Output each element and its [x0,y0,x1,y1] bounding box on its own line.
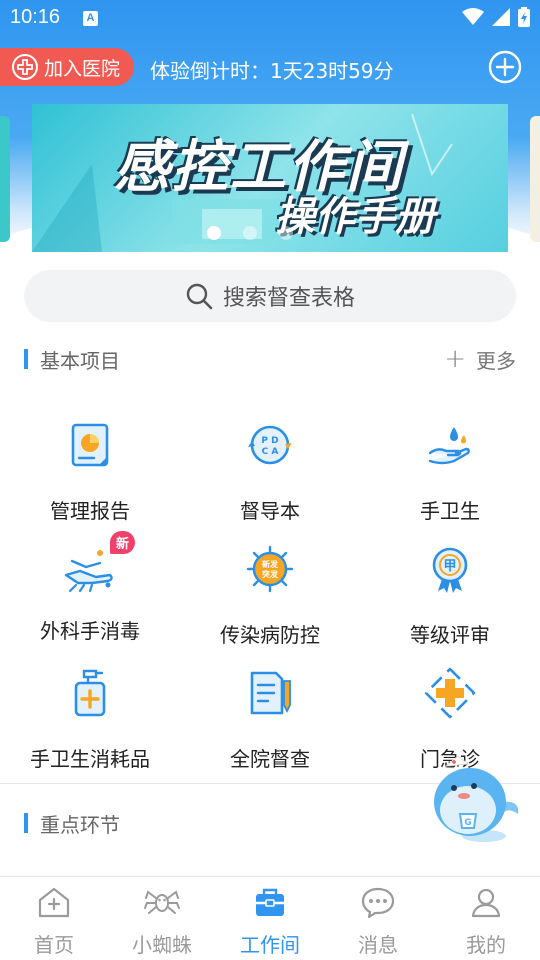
banner-prev-peek[interactable] [0,116,10,242]
key-section-title: 重点环节 [40,812,120,837]
grid-item-supervision-book[interactable]: P D C A 督导本 [180,417,360,524]
search-placeholder: 搜索督查表格 [222,286,355,311]
section-accent [24,349,28,369]
bottom-navigation: 首页 小蜘蛛 工作间 消息 我的 [0,876,540,960]
grid-item-label: 外科手消毒 [40,619,140,643]
section-accent [24,813,28,833]
status-time: 10:16 [10,6,61,28]
home-icon [38,887,70,918]
status-bar: 10:16 A [0,0,540,36]
grid-item-label: 督导本 [240,499,300,523]
nav-label: 工作间 [240,933,300,957]
grid-item-hand-hygiene[interactable]: 手卫生 [360,417,540,524]
nav-profile[interactable]: 我的 [432,877,540,960]
search-icon [186,283,213,310]
banner-dot[interactable] [243,226,257,240]
banner-carousel[interactable]: 感控工作间 操作手册 [32,104,508,252]
sanitizer-bottle-icon [74,669,106,717]
nav-home[interactable]: 首页 [0,877,108,960]
new-badge: 新 [110,531,136,554]
profile-icon [471,888,501,918]
basic-section-title: 基本项目 [40,348,120,373]
grid-item-label: 传染病防控 [220,623,320,647]
grade-medal-icon: 甲 [432,547,468,593]
grid-item-label: 全院督查 [230,747,310,771]
grid-item-hand-consumables[interactable]: 手卫生消耗品 [0,665,180,772]
nav-label: 小蜘蛛 [132,933,192,957]
pdca-icon: P D C A [248,425,292,465]
more-button[interactable]: + 更多 [444,344,516,374]
trial-countdown: 体验倒计时：1天23时59分 [150,59,394,83]
join-hospital-button[interactable]: 加入医院 [0,48,134,86]
banner-next-peek[interactable] [530,116,540,242]
nav-label: 消息 [358,933,398,957]
nav-label: 首页 [34,933,74,957]
more-label: 更多 [476,348,516,373]
grid-item-infection-control[interactable]: 新发 突发 传染病防控 [180,541,360,648]
grid-item-label: 管理报告 [50,499,130,523]
status-icons [462,7,530,27]
nav-spider[interactable]: 小蜘蛛 [108,877,216,960]
grid-item-grade-review[interactable]: 甲 等级评审 [360,541,540,648]
svg-text:突发: 突发 [262,569,279,579]
hand-hygiene-icon [428,427,470,465]
banner-dot[interactable] [207,226,221,240]
spider-icon [144,890,180,914]
signal-icon [492,8,510,26]
banner-pagination [207,226,293,240]
medical-cross-icon [12,54,38,80]
surgical-hand-icon-wrap: 新 [62,531,136,597]
message-icon [361,887,395,919]
virus-icon: 新发 突发 [246,545,294,593]
wifi-icon [462,8,484,25]
nav-label: 我的 [466,933,506,957]
nav-workspace[interactable]: 工作间 [216,877,324,960]
report-icon [71,423,109,467]
plus-icon: + [444,344,466,374]
toolbox-icon [256,888,284,916]
notification-icon: A [83,11,98,26]
workspace-screen: 10:16 A 加入医院 体验倒计时：1天23时59分 感控工作间 操作手册 搜… [0,0,540,960]
grid-item-management-report[interactable]: 管理报告 [0,417,180,524]
nav-messages[interactable]: 消息 [324,877,432,960]
emergency-cross-icon [424,667,476,719]
svg-text:C A: C A [262,447,279,457]
search-input[interactable]: 搜索督查表格 [24,270,516,322]
mascot-assistant-icon[interactable]: G [424,752,522,844]
grid-item-hospital-inspection[interactable]: 全院督查 [180,665,360,772]
banner-title-line2: 操作手册 [275,194,435,240]
add-circle-icon[interactable] [488,50,522,84]
svg-text:甲: 甲 [443,559,456,574]
grid-item-label: 等级评审 [410,623,490,647]
basic-section-header: 基本项目 + 更多 [24,344,516,374]
grid-item-label: 手卫生 [420,499,480,523]
document-pen-icon [250,671,291,715]
battery-icon [518,7,530,27]
svg-text:G: G [464,818,471,828]
svg-text:新发: 新发 [262,559,279,569]
grid-item-label: 手卫生消耗品 [30,747,150,771]
banner-dot[interactable] [279,226,293,240]
grid-item-surgical-hand[interactable]: 新 外科手消毒 [0,531,180,644]
join-hospital-label: 加入医院 [44,57,121,80]
svg-text:P D: P D [261,436,278,446]
